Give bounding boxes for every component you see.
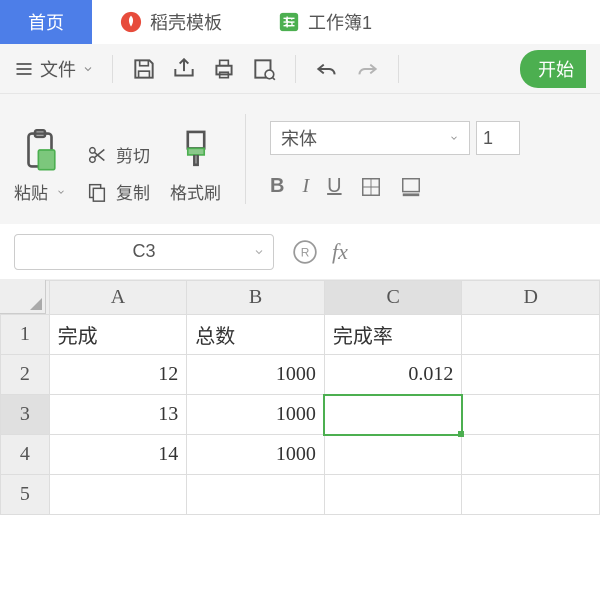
cell-B2[interactable]: 1000: [187, 355, 325, 395]
fx-button[interactable]: fx: [332, 239, 348, 265]
underline-button[interactable]: U: [327, 175, 341, 198]
cut-label: 剪切: [116, 142, 150, 167]
separator: [295, 55, 296, 83]
cell-A4[interactable]: 14: [49, 435, 187, 475]
cell-C1[interactable]: 完成率: [324, 315, 462, 355]
chevron-down-icon: [56, 187, 66, 197]
cell-D4[interactable]: [462, 435, 600, 475]
col-header-B[interactable]: B: [187, 281, 325, 315]
tab-docer[interactable]: 稻壳模板: [92, 0, 250, 44]
clipboard-icon: [20, 127, 60, 173]
cell-D2[interactable]: [462, 355, 600, 395]
tab-workbook[interactable]: S 工作簿1: [250, 0, 400, 44]
fill-color-button[interactable]: [400, 176, 422, 198]
font-size-value: 1: [483, 128, 493, 149]
border-button[interactable]: [360, 176, 382, 198]
row-header-2[interactable]: 2: [1, 355, 50, 395]
paste-group[interactable]: 粘贴: [14, 127, 66, 204]
cell-A5[interactable]: [49, 475, 187, 515]
col-header-A[interactable]: A: [49, 281, 187, 315]
cell-C3[interactable]: [324, 395, 462, 435]
trademark-icon[interactable]: R: [292, 239, 318, 265]
name-box[interactable]: C3: [14, 234, 274, 270]
svg-text:S: S: [285, 15, 294, 30]
hamburger-icon: [14, 59, 34, 79]
scissors-icon: [86, 144, 108, 166]
chevron-down-icon: [449, 133, 459, 143]
font-name-select[interactable]: 宋体: [270, 121, 470, 155]
select-all-corner[interactable]: [0, 280, 46, 314]
brush-icon: [176, 127, 216, 173]
cell-A3[interactable]: 13: [49, 395, 187, 435]
italic-button[interactable]: I: [302, 175, 309, 198]
cell-B5[interactable]: [187, 475, 325, 515]
tab-home-label: 首页: [28, 9, 64, 35]
share-button[interactable]: [171, 56, 197, 82]
bold-button[interactable]: B: [270, 175, 284, 198]
name-box-value: C3: [132, 241, 155, 262]
sheet-icon: S: [278, 11, 300, 33]
copy-button[interactable]: 复制: [86, 179, 150, 204]
cell-B1[interactable]: 总数: [187, 315, 325, 355]
cell-D3[interactable]: [462, 395, 600, 435]
paste-label: 粘贴: [14, 179, 48, 204]
chevron-down-icon: [82, 63, 94, 75]
col-header-D[interactable]: D: [462, 281, 600, 315]
spreadsheet-grid: A B C D 1 完成 总数 完成率 2 12 1000 0.012 3 13…: [0, 280, 600, 515]
cell-B4[interactable]: 1000: [187, 435, 325, 475]
col-header-C[interactable]: C: [324, 281, 462, 315]
font-name-value: 宋体: [281, 125, 317, 151]
tab-workbook-label: 工作簿1: [308, 9, 372, 35]
cell-C5[interactable]: [324, 475, 462, 515]
cell-D1[interactable]: [462, 315, 600, 355]
cell-A2[interactable]: 12: [49, 355, 187, 395]
save-button[interactable]: [131, 56, 157, 82]
tab-docer-label: 稻壳模板: [150, 9, 222, 35]
tab-home[interactable]: 首页: [0, 0, 92, 44]
format-painter-button[interactable]: 格式刷: [170, 127, 221, 204]
copy-label: 复制: [116, 179, 150, 204]
format-painter-label: 格式刷: [170, 179, 221, 204]
svg-text:R: R: [301, 245, 310, 259]
redo-button[interactable]: [354, 56, 380, 82]
cut-button[interactable]: 剪切: [86, 142, 150, 167]
start-tab-label: 开始: [538, 60, 574, 80]
font-size-select[interactable]: 1: [476, 121, 520, 155]
undo-button[interactable]: [314, 56, 340, 82]
start-tab[interactable]: 开始: [520, 50, 586, 88]
row-header-5[interactable]: 5: [1, 475, 50, 515]
row-header-1[interactable]: 1: [1, 315, 50, 355]
chevron-down-icon: [253, 246, 265, 258]
separator: [245, 114, 246, 204]
separator: [398, 55, 399, 83]
print-preview-button[interactable]: [251, 56, 277, 82]
cell-C2[interactable]: 0.012: [324, 355, 462, 395]
row-header-4[interactable]: 4: [1, 435, 50, 475]
print-button[interactable]: [211, 56, 237, 82]
cell-A1[interactable]: 完成: [49, 315, 187, 355]
copy-icon: [86, 181, 108, 203]
cell-D5[interactable]: [462, 475, 600, 515]
cell-C4[interactable]: [324, 435, 462, 475]
docer-icon: [120, 11, 142, 33]
file-menu-label: 文件: [40, 56, 76, 82]
file-menu[interactable]: 文件: [14, 56, 94, 82]
separator: [112, 55, 113, 83]
cell-B3[interactable]: 1000: [187, 395, 325, 435]
row-header-3[interactable]: 3: [1, 395, 50, 435]
